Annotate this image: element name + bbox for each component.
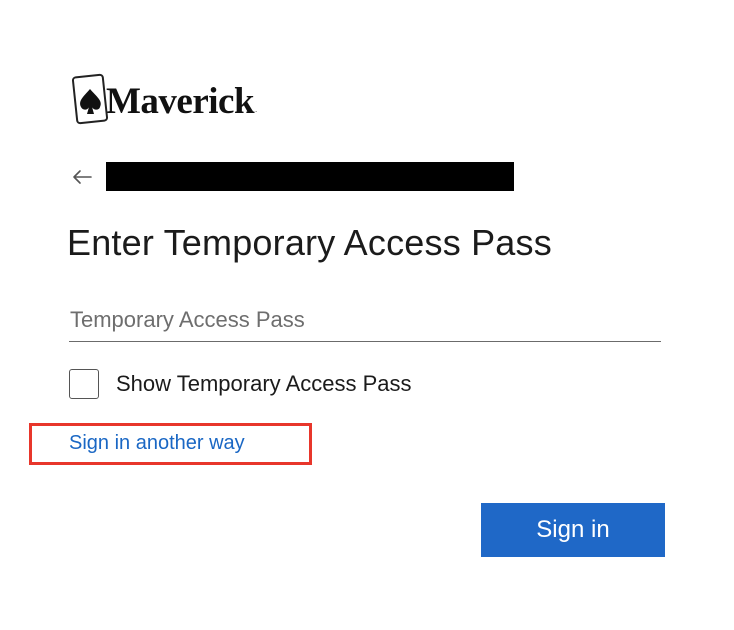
show-pass-checkbox-row[interactable]: Show Temporary Access Pass — [69, 367, 412, 401]
spade-card-icon — [71, 72, 110, 126]
logo-wordmark: Maverick — [106, 80, 255, 122]
identity-row — [72, 160, 514, 194]
sign-in-button[interactable]: Sign in — [481, 503, 665, 557]
company-logo: Maverick . — [71, 70, 258, 128]
logo-trademark: . — [255, 105, 258, 114]
page-title: Enter Temporary Access Pass — [67, 222, 552, 263]
sign-in-another-way-link[interactable]: Sign in another way — [69, 432, 245, 455]
redacted-account-identity — [106, 162, 514, 191]
show-pass-checkbox[interactable] — [69, 369, 99, 399]
arrow-left-icon[interactable] — [72, 167, 98, 187]
temporary-access-pass-input[interactable] — [69, 298, 661, 342]
show-pass-label: Show Temporary Access Pass — [116, 371, 412, 396]
